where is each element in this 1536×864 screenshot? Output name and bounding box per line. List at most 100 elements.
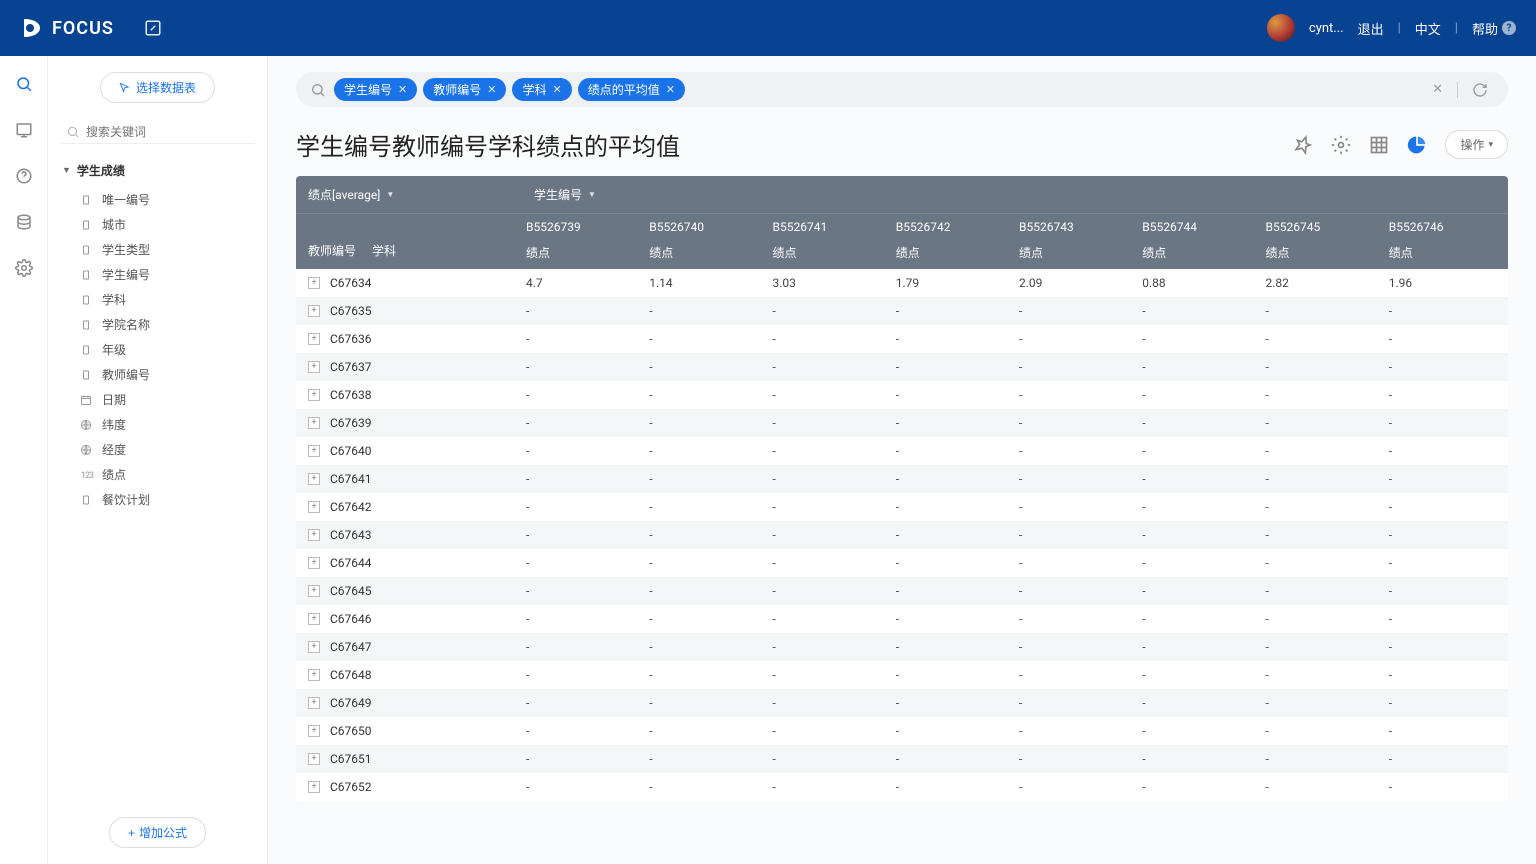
- column-header[interactable]: B5526745绩点: [1262, 214, 1385, 269]
- expand-icon[interactable]: +: [308, 641, 320, 653]
- row-label: +C67642: [296, 500, 522, 514]
- expand-icon[interactable]: +: [308, 417, 320, 429]
- query-chip[interactable]: 绩点的平均值✕: [578, 78, 685, 101]
- expand-icon[interactable]: +: [308, 361, 320, 373]
- select-table-button[interactable]: 选择数据表: [100, 72, 215, 103]
- expand-icon[interactable]: +: [308, 725, 320, 737]
- expand-icon[interactable]: +: [308, 669, 320, 681]
- separator: |: [1398, 21, 1401, 36]
- expand-icon[interactable]: +: [308, 697, 320, 709]
- metric-header[interactable]: 绩点[average]▼: [296, 176, 522, 213]
- clear-query-icon[interactable]: ✕: [1426, 82, 1449, 97]
- nav-board-icon[interactable]: [14, 120, 34, 140]
- avatar[interactable]: [1267, 14, 1295, 42]
- logout-link[interactable]: 退出: [1358, 19, 1384, 38]
- table-view-icon[interactable]: [1369, 135, 1389, 155]
- table-cell: 2.09: [1015, 276, 1138, 290]
- expand-icon[interactable]: +: [308, 389, 320, 401]
- nav-data-icon[interactable]: [14, 212, 34, 232]
- field-item[interactable]: 学院名称: [78, 312, 255, 337]
- user-name[interactable]: cynt...: [1309, 21, 1344, 36]
- query-chip[interactable]: 学科✕: [512, 78, 571, 101]
- nav-help-icon[interactable]: [14, 166, 34, 186]
- table-cell: -: [1262, 780, 1385, 794]
- table-cell: -: [892, 528, 1015, 542]
- table-cell: -: [1138, 780, 1261, 794]
- chip-remove-icon[interactable]: ✕: [487, 83, 496, 96]
- expand-icon[interactable]: +: [308, 333, 320, 345]
- field-item[interactable]: 年级: [78, 337, 255, 362]
- table-cell: -: [1262, 668, 1385, 682]
- table-cell: -: [1015, 416, 1138, 430]
- chip-remove-icon[interactable]: ✕: [666, 83, 675, 96]
- expand-icon[interactable]: +: [308, 613, 320, 625]
- pin-icon[interactable]: [1293, 135, 1313, 155]
- edit-icon[interactable]: [144, 19, 162, 37]
- field-item[interactable]: 学科: [78, 287, 255, 312]
- sidebar-search-input[interactable]: [86, 125, 249, 139]
- expand-icon[interactable]: +: [308, 501, 320, 513]
- language-link[interactable]: 中文: [1415, 19, 1441, 38]
- tree-group[interactable]: ▼ 学生成绩: [60, 158, 255, 183]
- table-row: +C67645--------: [296, 577, 1508, 605]
- sidebar-search[interactable]: [60, 121, 255, 144]
- table-row: +C67650--------: [296, 717, 1508, 745]
- column-header[interactable]: B5526741绩点: [769, 214, 892, 269]
- table-cell: -: [892, 640, 1015, 654]
- query-chip[interactable]: 教师编号✕: [423, 78, 506, 101]
- row-headers-label: 教师编号 学科: [296, 214, 522, 269]
- table-cell: -: [1385, 388, 1508, 402]
- expand-icon[interactable]: +: [308, 277, 320, 289]
- column-header[interactable]: B5526743绩点: [1015, 214, 1138, 269]
- field-item[interactable]: 纬度: [78, 412, 255, 437]
- nav-settings-icon[interactable]: [14, 258, 34, 278]
- column-header[interactable]: B5526740绩点: [645, 214, 768, 269]
- query-bar: 学生编号✕ 教师编号✕ 学科✕ 绩点的平均值✕ ✕: [296, 72, 1508, 107]
- help-link[interactable]: 帮助?: [1472, 19, 1516, 38]
- expand-icon[interactable]: +: [308, 557, 320, 569]
- add-formula-button[interactable]: + 增加公式: [109, 817, 206, 848]
- field-label: 学科: [102, 291, 126, 308]
- dim-header[interactable]: 学生编号▼: [522, 176, 1508, 213]
- actions-button[interactable]: 操作 ▾: [1445, 130, 1508, 159]
- table-cell: -: [1138, 752, 1261, 766]
- field-item[interactable]: 餐饮计划: [78, 487, 255, 512]
- pointer-icon: [119, 82, 130, 93]
- table-row: +C67647--------: [296, 633, 1508, 661]
- table-cell: -: [892, 752, 1015, 766]
- expand-icon[interactable]: +: [308, 529, 320, 541]
- expand-icon[interactable]: +: [308, 305, 320, 317]
- field-item[interactable]: 经度: [78, 437, 255, 462]
- column-header[interactable]: B5526739绩点: [522, 214, 645, 269]
- column-header[interactable]: B5526746绩点: [1385, 214, 1508, 269]
- field-item[interactable]: 唯一编号: [78, 187, 255, 212]
- field-item[interactable]: 学生编号: [78, 262, 255, 287]
- field-item[interactable]: 城市: [78, 212, 255, 237]
- table-cell: -: [892, 472, 1015, 486]
- table-cell: -: [645, 304, 768, 318]
- expand-icon[interactable]: +: [308, 445, 320, 457]
- expand-icon[interactable]: +: [308, 753, 320, 765]
- expand-icon[interactable]: +: [308, 473, 320, 485]
- table-row: +C67643--------: [296, 521, 1508, 549]
- chip-remove-icon[interactable]: ✕: [398, 83, 407, 96]
- sidebar: 选择数据表 ▼ 学生成绩 唯一编号城市学生类型学生编号学科学院名称年级教师编号日…: [48, 56, 268, 864]
- refresh-icon[interactable]: [1466, 82, 1494, 98]
- query-chip[interactable]: 学生编号✕: [334, 78, 417, 101]
- table-cell: -: [1385, 528, 1508, 542]
- field-item[interactable]: 日期: [78, 387, 255, 412]
- chip-remove-icon[interactable]: ✕: [552, 83, 561, 96]
- expand-icon[interactable]: +: [308, 781, 320, 793]
- field-item[interactable]: 学生类型: [78, 237, 255, 262]
- settings-icon[interactable]: [1331, 135, 1351, 155]
- table-cell: -: [769, 752, 892, 766]
- chart-view-icon[interactable]: [1407, 135, 1427, 155]
- table-cell: -: [1015, 612, 1138, 626]
- expand-icon[interactable]: +: [308, 585, 320, 597]
- field-item[interactable]: 教师编号: [78, 362, 255, 387]
- column-header[interactable]: B5526742绩点: [892, 214, 1015, 269]
- field-item[interactable]: 123绩点: [78, 462, 255, 487]
- nav-search-icon[interactable]: [14, 74, 34, 94]
- column-header[interactable]: B5526744绩点: [1138, 214, 1261, 269]
- table-cell: -: [522, 556, 645, 570]
